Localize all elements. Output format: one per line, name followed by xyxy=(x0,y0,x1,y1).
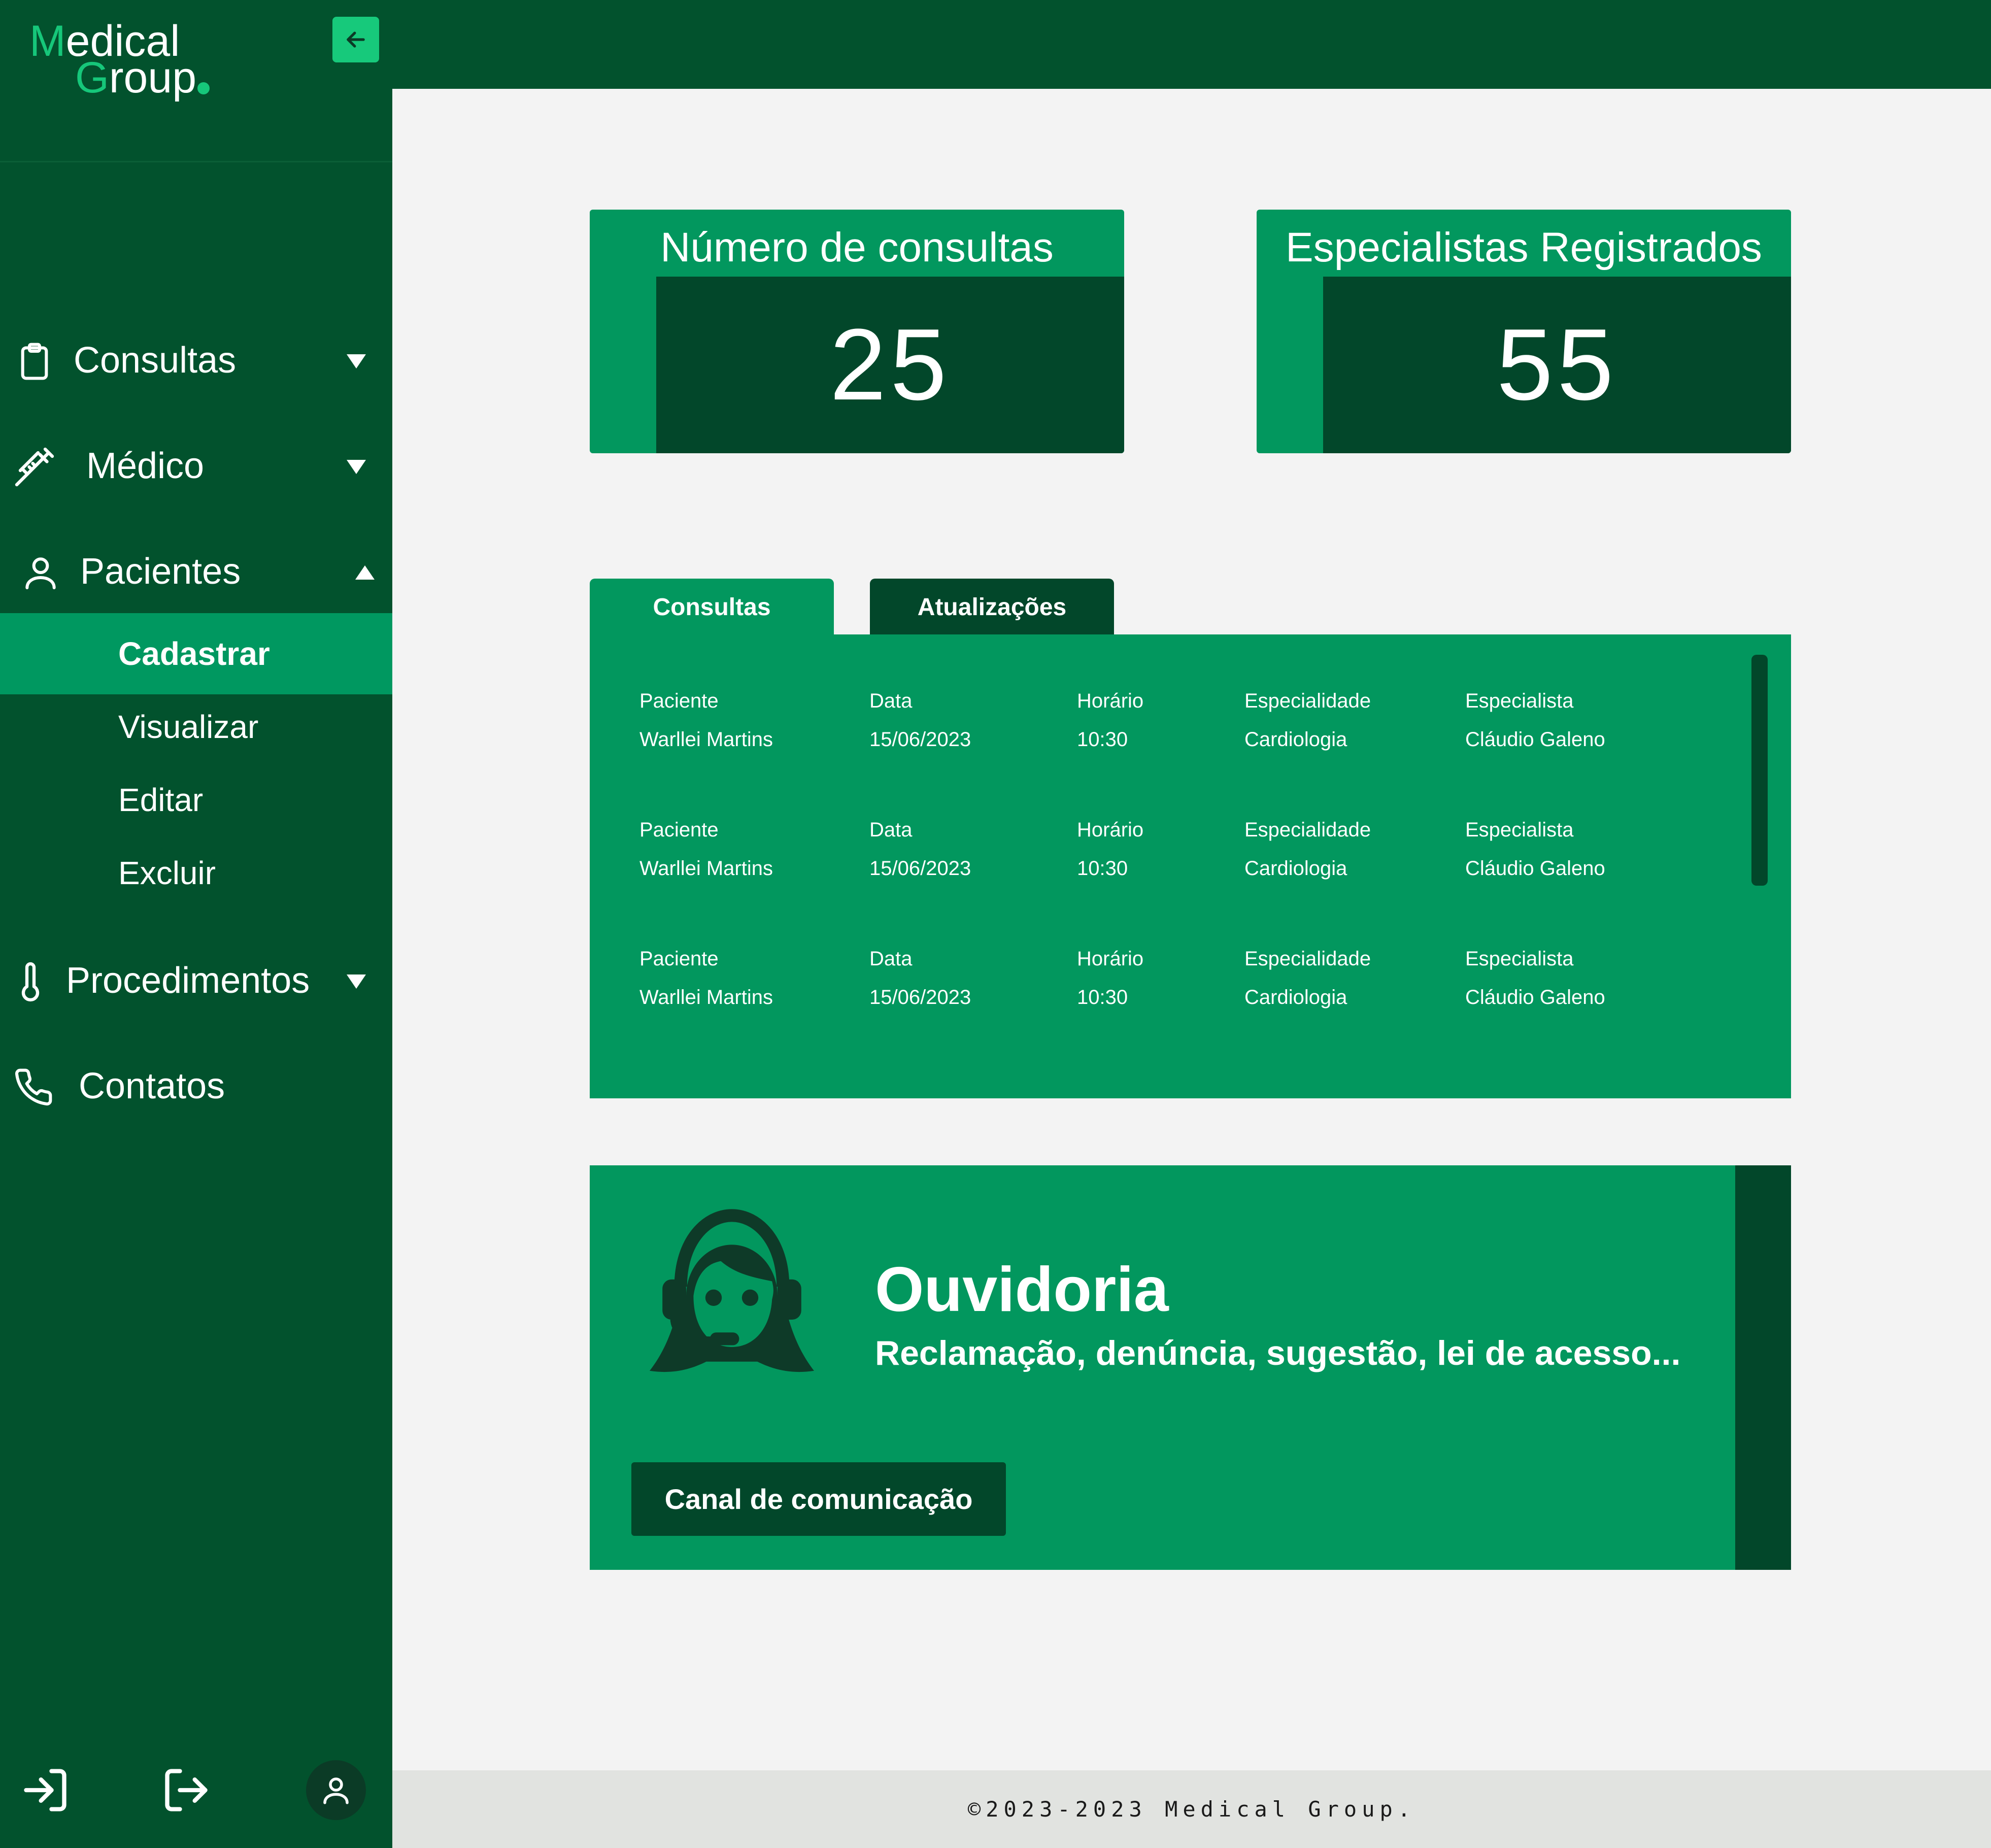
ouvidoria-card: Ouvidoria Reclamação, denúncia, sugestão… xyxy=(590,1165,1791,1570)
logout-button[interactable] xyxy=(156,1760,216,1820)
sidebar-item-contatos[interactable]: Contatos xyxy=(0,1051,392,1122)
cell-horario: Horário 10:30 xyxy=(1077,948,1144,1009)
sidebar-item-label: Pacientes xyxy=(80,551,241,592)
thermometer-icon xyxy=(9,960,52,1003)
logo-initial-g: G xyxy=(75,53,109,102)
phone-icon xyxy=(12,1066,55,1108)
sidebar: Medical Group Consultas Médico Pacientes… xyxy=(0,0,392,1848)
sidebar-item-consultas[interactable]: Consultas xyxy=(0,325,392,396)
stat-card-consultas: Número de consultas 25 xyxy=(590,210,1124,453)
logo-text-group: roup xyxy=(109,53,197,102)
profile-button[interactable] xyxy=(306,1760,366,1820)
ouvidoria-title: Ouvidoria xyxy=(875,1255,1169,1325)
appointments-panel: Paciente Warllei Martins Data 15/06/2023 H… xyxy=(590,634,1791,1098)
brand-logo[interactable]: Medical Group xyxy=(29,19,210,99)
sidebar-item-label: Médico xyxy=(86,446,205,486)
ouvidoria-stripe xyxy=(1735,1165,1791,1570)
sidebar-item-label: Procedimentos xyxy=(66,960,310,1001)
sidebar-item-label: Contatos xyxy=(79,1066,225,1106)
communication-channel-button[interactable]: Canal de comunicação xyxy=(631,1462,1006,1536)
footer-copyright: ©2023-2023 Medical Group. xyxy=(967,1797,1416,1822)
tab-atualizacoes[interactable]: Atualizações xyxy=(870,579,1114,636)
cell-especialista: Especialista Cláudio Galeno xyxy=(1465,948,1605,1009)
support-agent-icon xyxy=(640,1201,823,1384)
stat-value: 55 xyxy=(1323,277,1791,453)
stat-value: 25 xyxy=(656,277,1124,453)
logout-icon xyxy=(165,1769,208,1811)
sidebar-subitem-cadastrar[interactable]: Cadastrar xyxy=(0,613,392,694)
sidebar-item-medico[interactable]: Médico xyxy=(0,430,392,501)
logo-dot xyxy=(197,82,210,94)
cell-especialidade: Especialidade Cardiologia xyxy=(1244,690,1371,751)
cell-paciente: Paciente Warllei Martins xyxy=(639,819,773,880)
cell-data: Data 15/06/2023 xyxy=(869,948,971,1009)
cell-especialista: Especialista Cláudio Galeno xyxy=(1465,690,1605,751)
stat-card-especialistas: Especialistas Registrados 55 xyxy=(1257,210,1791,453)
ouvidoria-subtitle: Reclamação, denúncia, sugestão, lei de a… xyxy=(875,1334,1681,1372)
sidebar-subitem-excluir[interactable]: Excluir xyxy=(0,832,392,914)
cell-horario: Horário 10:30 xyxy=(1077,819,1144,880)
sidebar-item-label: Consultas xyxy=(74,340,237,381)
stat-title: Número de consultas xyxy=(660,224,1054,271)
sidebar-item-procedimentos[interactable]: Procedimentos xyxy=(0,945,392,1016)
syringe-icon xyxy=(13,446,56,488)
cell-paciente: Paciente Warllei Martins xyxy=(639,690,773,751)
top-bar xyxy=(392,0,1991,89)
logo-initial-m: M xyxy=(29,17,66,65)
clipboard-icon xyxy=(13,340,56,383)
cell-paciente: Paciente Warllei Martins xyxy=(639,948,773,1009)
user-icon xyxy=(19,551,62,594)
tab-consultas[interactable]: Consultas xyxy=(590,579,834,636)
chevron-up-icon xyxy=(355,565,375,580)
sidebar-subitem-editar[interactable]: Editar xyxy=(0,759,392,841)
collapse-sidebar-button[interactable] xyxy=(332,17,379,62)
cell-especialista: Especialista Cláudio Galeno xyxy=(1465,819,1605,880)
cell-data: Data 15/06/2023 xyxy=(869,690,971,751)
table-row[interactable]: Paciente Warllei Martins Data 15/06/2023 H… xyxy=(590,816,1757,897)
chevron-down-icon xyxy=(347,354,366,368)
sidebar-item-pacientes[interactable]: Pacientes xyxy=(0,536,392,607)
cell-horario: Horário 10:30 xyxy=(1077,690,1144,751)
table-scrollbar[interactable] xyxy=(1751,655,1768,886)
table-row[interactable]: Paciente Warllei Martins Data 15/06/2023 H… xyxy=(590,945,1757,1026)
table-row[interactable]: Paciente Warllei Martins Data 15/06/2023 H… xyxy=(590,687,1757,768)
cell-especialidade: Especialidade Cardiologia xyxy=(1244,819,1371,880)
logo-divider xyxy=(0,161,392,162)
cell-data: Data 15/06/2023 xyxy=(869,819,971,880)
arrow-left-icon xyxy=(347,31,365,48)
chevron-down-icon xyxy=(347,975,366,989)
chevron-down-icon xyxy=(347,460,366,474)
stat-title: Especialistas Registrados xyxy=(1286,224,1762,271)
footer: ©2023-2023 Medical Group. xyxy=(392,1770,1991,1848)
sidebar-subitem-visualizar[interactable]: Visualizar xyxy=(0,686,392,767)
avatar-icon xyxy=(323,1777,349,1804)
cell-especialidade: Especialidade Cardiologia xyxy=(1244,948,1371,1009)
login-button[interactable] xyxy=(15,1760,75,1820)
login-icon xyxy=(24,1769,66,1811)
